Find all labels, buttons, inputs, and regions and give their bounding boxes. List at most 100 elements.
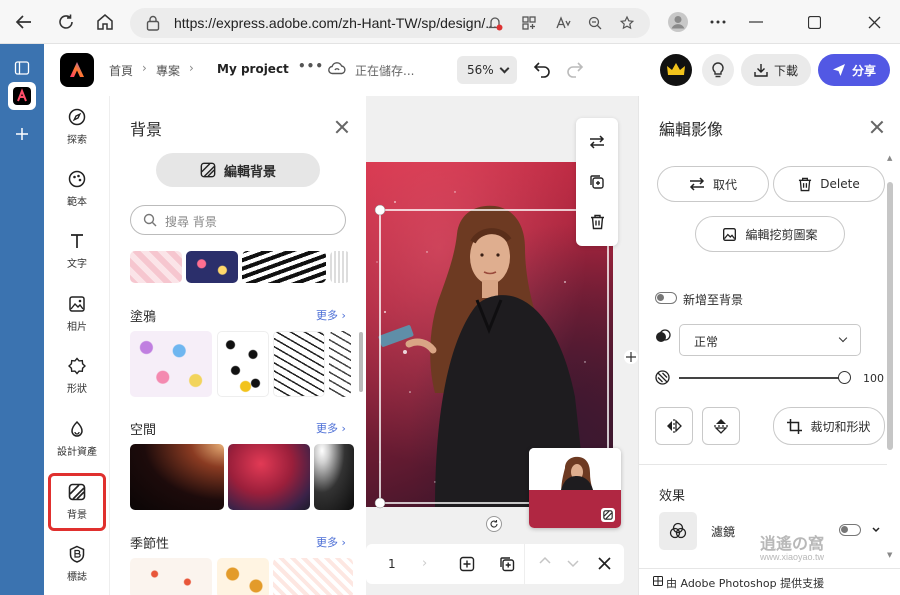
background-thumbnail[interactable]	[217, 558, 269, 595]
download-button[interactable]: 下載	[741, 54, 811, 86]
share-button[interactable]: 分享	[818, 54, 890, 86]
back-icon[interactable]	[10, 8, 38, 36]
add-to-background-toggle[interactable]	[655, 292, 677, 304]
zoom-select[interactable]: 56%	[457, 56, 517, 84]
background-thumbnail[interactable]	[329, 331, 351, 397]
minimize-icon[interactable]	[742, 8, 770, 36]
more-menu-icon[interactable]	[704, 8, 732, 36]
apps-icon[interactable]	[520, 14, 538, 32]
close-icon[interactable]	[598, 557, 611, 573]
background-thumbnail[interactable]	[273, 331, 325, 397]
flip-horizontal-button[interactable]	[655, 407, 693, 445]
filter-thumbnail[interactable]	[659, 512, 697, 550]
blend-mode-select[interactable]: 正常	[679, 324, 861, 356]
chevron-down-icon[interactable]	[871, 524, 881, 538]
zoom-icon[interactable]	[586, 14, 604, 32]
tab-adobe-express[interactable]	[8, 82, 36, 110]
close-icon[interactable]	[869, 119, 885, 135]
rail-label: 標誌	[67, 572, 87, 583]
replace-button[interactable]: 取代	[657, 166, 769, 202]
rail-item-templates[interactable]: 範本	[48, 160, 106, 218]
flip-horizontal-icon	[667, 419, 682, 433]
app-header: 首頁 › 專案 › My project ••• 正在儲存... 56% 下載 …	[44, 44, 900, 96]
background-thumbnail[interactable]	[217, 331, 269, 397]
next-page-icon[interactable]: ›	[422, 556, 427, 571]
premium-crown-button[interactable]	[660, 54, 692, 86]
background-thumbnail[interactable]	[130, 444, 224, 510]
section-title-doodle: 塗鴉	[130, 310, 157, 325]
profile-avatar[interactable]	[664, 8, 692, 36]
home-icon[interactable]	[91, 8, 119, 36]
rail-item-explore[interactable]: 探索	[48, 98, 106, 156]
inspiration-button[interactable]	[702, 54, 734, 86]
favorite-icon[interactable]	[618, 14, 636, 32]
edit-background-button[interactable]: 編輯背景	[156, 153, 320, 187]
rail-label: 相片	[67, 322, 87, 333]
scroll-up-icon[interactable]: ▲	[887, 154, 892, 162]
rail-label: 形狀	[67, 384, 87, 395]
rail-item-shapes[interactable]: 形狀	[48, 347, 106, 405]
add-page-icon[interactable]	[459, 556, 475, 575]
flip-vertical-button[interactable]	[702, 407, 740, 445]
move-handle-icon[interactable]	[624, 350, 638, 364]
more-link-space[interactable]: 更多 ›	[316, 420, 346, 436]
background-thumbnail[interactable]	[228, 444, 310, 510]
breadcrumb-home[interactable]: 首頁	[109, 62, 133, 79]
swap-icon	[689, 177, 705, 191]
text-icon	[68, 232, 86, 250]
read-aloud-icon[interactable]	[554, 14, 572, 32]
maximize-icon[interactable]	[800, 8, 828, 36]
new-tab-icon[interactable]	[8, 120, 36, 148]
swap-icon[interactable]	[587, 132, 607, 152]
rail-item-text[interactable]: 文字	[48, 222, 106, 280]
background-thumbnail[interactable]	[242, 251, 326, 283]
close-icon[interactable]	[334, 119, 350, 135]
slider-thumb[interactable]	[838, 371, 851, 384]
panel-scrollbar[interactable]	[359, 332, 363, 392]
background-thumbnail[interactable]	[130, 251, 182, 283]
move-down-icon[interactable]	[566, 556, 580, 573]
search-input[interactable]: 搜尋 背景	[130, 205, 346, 235]
more-link-seasonal[interactable]: 更多 ›	[316, 534, 346, 550]
photo-icon	[723, 227, 737, 241]
adobe-express-logo[interactable]	[60, 53, 94, 87]
undo-icon[interactable]	[533, 60, 551, 81]
background-thumbnail[interactable]	[130, 331, 212, 397]
design-canvas[interactable]: 1 ›	[366, 96, 638, 595]
duplicate-icon[interactable]	[587, 172, 607, 192]
rail-item-photos[interactable]: 相片	[48, 285, 106, 343]
background-thumbnail[interactable]	[186, 251, 238, 283]
rail-item-brand-assets[interactable]: 設計資產	[48, 410, 106, 468]
rotate-handle-icon[interactable]	[486, 516, 502, 532]
redo-icon[interactable]	[566, 60, 584, 81]
delete-button[interactable]: Delete	[773, 166, 885, 202]
background-thumbnail[interactable]	[330, 251, 350, 283]
background-thumbnail[interactable]	[273, 558, 353, 595]
panel-scrollbar[interactable]	[887, 182, 893, 450]
more-link-doodle[interactable]: 更多 ›	[316, 307, 346, 323]
address-bar[interactable]: https://express.adobe.com/zh-Hant-TW/sp/…	[130, 8, 650, 38]
filter-toggle[interactable]	[839, 524, 861, 536]
more-options-button[interactable]: •••	[298, 59, 324, 73]
edit-cutout-label: 編輯挖剪圖案	[745, 227, 818, 242]
watermark: 逍遙の窩 www.xiaoyao.tw	[760, 530, 824, 562]
trash-icon[interactable]	[587, 212, 607, 232]
background-thumbnail[interactable]	[130, 558, 212, 595]
refresh-icon[interactable]	[52, 8, 80, 36]
rail-item-logo[interactable]: 標誌	[48, 535, 106, 593]
cutout-preview[interactable]	[529, 448, 621, 528]
duplicate-page-icon[interactable]	[499, 556, 515, 575]
rail-item-background[interactable]: 背景	[48, 473, 106, 531]
opacity-slider[interactable]	[679, 371, 851, 384]
background-thumbnail[interactable]	[314, 444, 354, 510]
edit-cutout-button[interactable]: 編輯挖剪圖案	[695, 216, 845, 252]
tab-actions-icon[interactable]	[8, 54, 36, 82]
notification-blocked-icon[interactable]	[486, 14, 504, 32]
move-up-icon[interactable]	[538, 554, 552, 572]
close-window-icon[interactable]	[860, 8, 888, 36]
breadcrumb-current-project[interactable]: My project	[217, 62, 289, 76]
scroll-down-icon[interactable]: ▼	[887, 551, 892, 559]
lock-icon	[146, 15, 160, 31]
crop-and-shape-button[interactable]: 裁切和形狀	[773, 407, 885, 445]
breadcrumb-projects[interactable]: 專案	[156, 62, 180, 79]
